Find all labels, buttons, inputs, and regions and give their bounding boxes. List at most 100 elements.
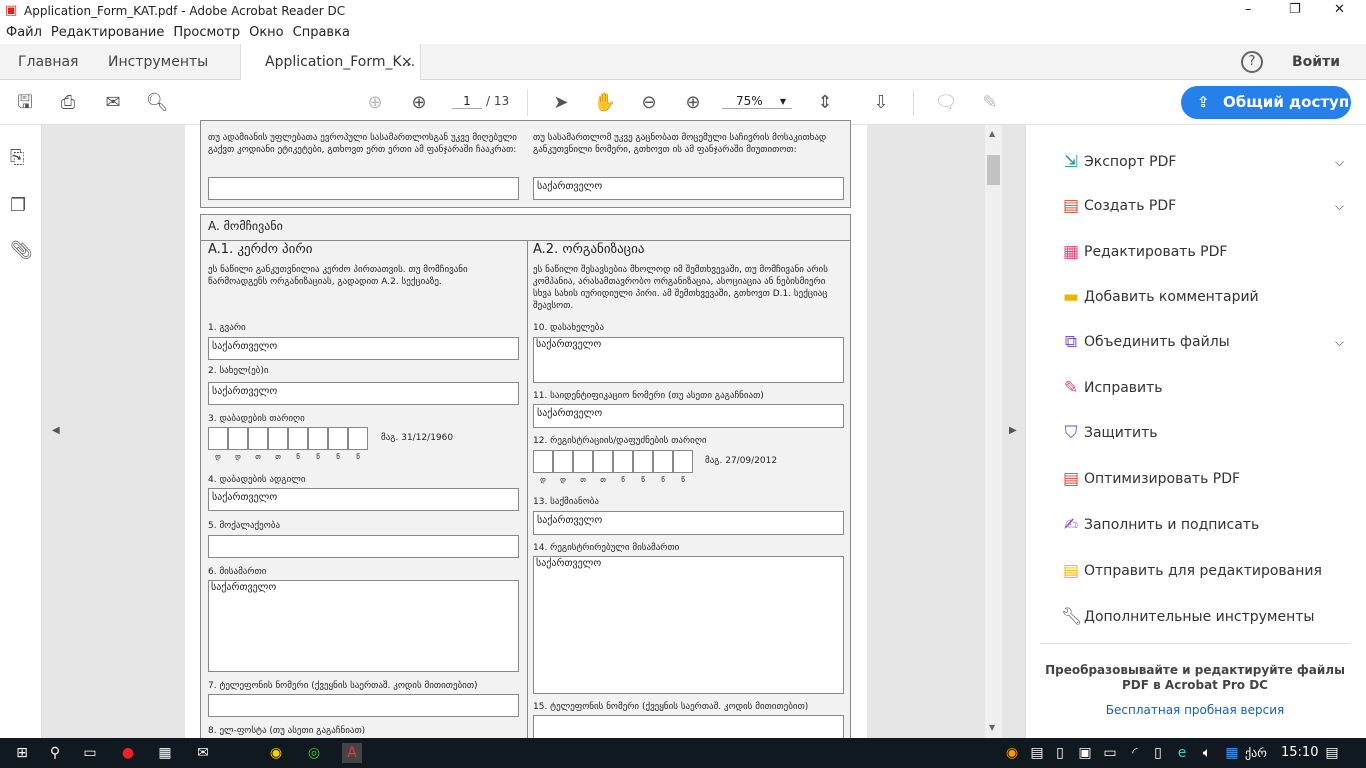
comment-icon[interactable]: 🗨	[933, 90, 959, 116]
zoom-out-icon[interactable]: ⊖	[636, 90, 662, 116]
close-tab-icon[interactable]: ×	[401, 44, 413, 80]
vertical-scrollbar[interactable]: ▲ ▼	[985, 125, 1002, 738]
tool-item[interactable]: ✍ Заполнить и подписать	[1045, 510, 1345, 540]
device-icon[interactable]: ▯	[1148, 743, 1168, 763]
birth-date-letters: დდთთწწწწ	[215, 453, 360, 461]
tool-item[interactable]: ✎ Исправить	[1045, 373, 1345, 403]
collapse-left-icon[interactable]: ◀	[52, 425, 60, 436]
chevron-down-icon[interactable]: ⌵	[1335, 327, 1344, 357]
language-indicator[interactable]: ქარ	[1245, 746, 1267, 760]
highlight-icon[interactable]: ✎	[977, 90, 1003, 116]
hand-tool-icon[interactable]: ✋	[592, 90, 618, 116]
zoom-in-icon[interactable]: ⊕	[680, 90, 706, 116]
wifi-icon[interactable]: ◜	[1125, 743, 1145, 763]
help-icon[interactable]: ?	[1241, 51, 1263, 73]
save-icon[interactable]: 🖫	[12, 90, 38, 116]
tool-item[interactable]: ▤ Оптимизировать PDF	[1045, 464, 1345, 494]
case-number-field[interactable]: საქართველო	[533, 177, 844, 200]
next-page-icon[interactable]: ⊕	[406, 90, 432, 116]
tool-item-label: Исправить	[1084, 380, 1163, 396]
attachment-icon[interactable]: 📎︎	[10, 240, 33, 261]
tool-item[interactable]: ▤ Создать PDF ⌵	[1045, 191, 1345, 221]
tool-item-label: Добавить комментарий	[1084, 289, 1259, 305]
notifications-icon[interactable]: ▤	[1322, 743, 1342, 763]
email-label: 8. ელ-ფოსტა (თუ ასეთი გაგაჩნიათ)	[208, 726, 366, 736]
search-icon[interactable]: 🔍︎	[144, 90, 170, 116]
tool-item-label: Редактировать PDF	[1084, 244, 1228, 260]
toolbar: 🖫 ⎙ ✉ 🔍︎ ⊕ ⊕ 1 / 13 ➤ ✋ ⊖ ⊕ 75% ▼ ⇕ ⇩ 🗨 ✎…	[0, 80, 1366, 125]
scroll-mode-icon[interactable]: ⇩	[868, 90, 894, 116]
chrome-icon[interactable]: ◎	[304, 743, 324, 763]
email-icon[interactable]: ✉	[100, 90, 126, 116]
close-button[interactable]: ✕	[1334, 2, 1345, 17]
share-button[interactable]: ⇪ Общий доступ	[1181, 86, 1351, 119]
antivirus-icon[interactable]: e	[1172, 743, 1192, 763]
scroll-up-icon[interactable]: ▲	[989, 129, 995, 138]
tool-item[interactable]: ▬ Добавить комментарий	[1045, 282, 1345, 312]
fix-icon: ✎	[1063, 378, 1079, 398]
prev-page-icon[interactable]: ⊕	[362, 90, 388, 116]
menu-help[interactable]: Справка	[293, 25, 350, 40]
chevron-down-icon[interactable]: ⌵	[1335, 147, 1344, 177]
scroll-thumb[interactable]	[987, 155, 1000, 185]
calculator-icon[interactable]: ▦	[155, 743, 175, 763]
nationality-field[interactable]	[208, 535, 519, 558]
shield-icon: ⛉	[1064, 423, 1078, 443]
tool-item[interactable]: ▤ Отправить для редактирования	[1045, 556, 1345, 586]
page-fit-icon[interactable]: ⇕	[812, 90, 838, 116]
barcode-field[interactable]	[208, 177, 519, 200]
network-icon[interactable]: ▦	[1222, 743, 1242, 763]
minimize-button[interactable]: –	[1245, 2, 1252, 17]
trial-link[interactable]: Бесплатная пробная версия	[1040, 703, 1350, 717]
export-icon[interactable]: ⎘	[10, 147, 24, 168]
expand-right-icon[interactable]: ▶	[1009, 425, 1017, 436]
start-icon[interactable]: ⊞	[12, 743, 32, 763]
menu-file[interactable]: Файл	[6, 25, 42, 40]
app-1c-icon[interactable]: ◉	[266, 743, 286, 763]
tool-item[interactable]: ⇲ Экспорт PDF ⌵	[1045, 147, 1345, 177]
tool-item[interactable]: 🔧︎ Дополнительные инструменты	[1045, 602, 1345, 632]
pages-icon[interactable]: ❐	[10, 195, 26, 216]
usb-icon[interactable]: ▯	[1050, 743, 1070, 763]
acrobat-taskbar-icon[interactable]: A	[342, 743, 362, 763]
address-field[interactable]: საქართველო	[208, 580, 519, 672]
reg-date-field[interactable]	[533, 450, 693, 473]
tray-icon[interactable]: ▤	[1027, 743, 1047, 763]
tool-item-label: Объединить файлы	[1084, 334, 1230, 350]
sign-in-button[interactable]: Войти	[1292, 44, 1340, 80]
select-tool-icon[interactable]: ➤	[548, 90, 574, 116]
tool-item[interactable]: ▦ Редактировать PDF	[1045, 237, 1345, 267]
id-number-field[interactable]: საქართველო	[533, 404, 844, 428]
tab-document[interactable]: Application_Form_K... ×	[240, 44, 421, 81]
surname-field[interactable]: საქართველო	[208, 337, 519, 360]
tool-item[interactable]: ⧉ Объединить файлы ⌵	[1045, 327, 1345, 357]
player-icon[interactable]: ◉	[1002, 743, 1022, 763]
chevron-down-icon[interactable]: ⌵	[1335, 191, 1344, 221]
search-icon[interactable]: ⚲	[45, 743, 65, 763]
tablet-icon[interactable]: ▣	[1075, 743, 1095, 763]
menu-window[interactable]: Окно	[249, 25, 284, 40]
birth-date-field[interactable]	[208, 427, 368, 450]
phone-field[interactable]	[208, 694, 519, 717]
page-number-input[interactable]: 1	[452, 94, 482, 109]
menu-view[interactable]: Просмотр	[173, 25, 240, 40]
zoom-select[interactable]: 75% ▼	[722, 94, 792, 109]
birth-place-field[interactable]: საქართველო	[208, 488, 519, 511]
activity-field[interactable]: საქართველო	[533, 511, 844, 535]
tool-item[interactable]: ⛉ Защитить	[1045, 418, 1345, 448]
restore-button[interactable]: ❐	[1289, 2, 1301, 17]
task-view-icon[interactable]: ▭	[80, 743, 100, 763]
names-field[interactable]: საქართველო	[208, 382, 519, 405]
tab-home[interactable]: Главная	[18, 44, 78, 80]
tab-tools[interactable]: Инструменты	[108, 44, 208, 80]
opera-icon[interactable]: ●	[118, 743, 138, 763]
battery-icon[interactable]: ▭	[1100, 743, 1120, 763]
print-icon[interactable]: ⎙	[55, 90, 81, 116]
volume-icon[interactable]: 🔈︎	[1197, 743, 1217, 763]
clock[interactable]: 15:10	[1281, 745, 1318, 760]
org-name-field[interactable]: საქართველო	[533, 337, 844, 383]
mail-icon[interactable]: ✉	[193, 743, 213, 763]
scroll-down-icon[interactable]: ▼	[989, 723, 995, 732]
reg-address-field[interactable]: საქართველო	[533, 556, 844, 694]
menu-edit[interactable]: Редактирование	[51, 25, 164, 40]
